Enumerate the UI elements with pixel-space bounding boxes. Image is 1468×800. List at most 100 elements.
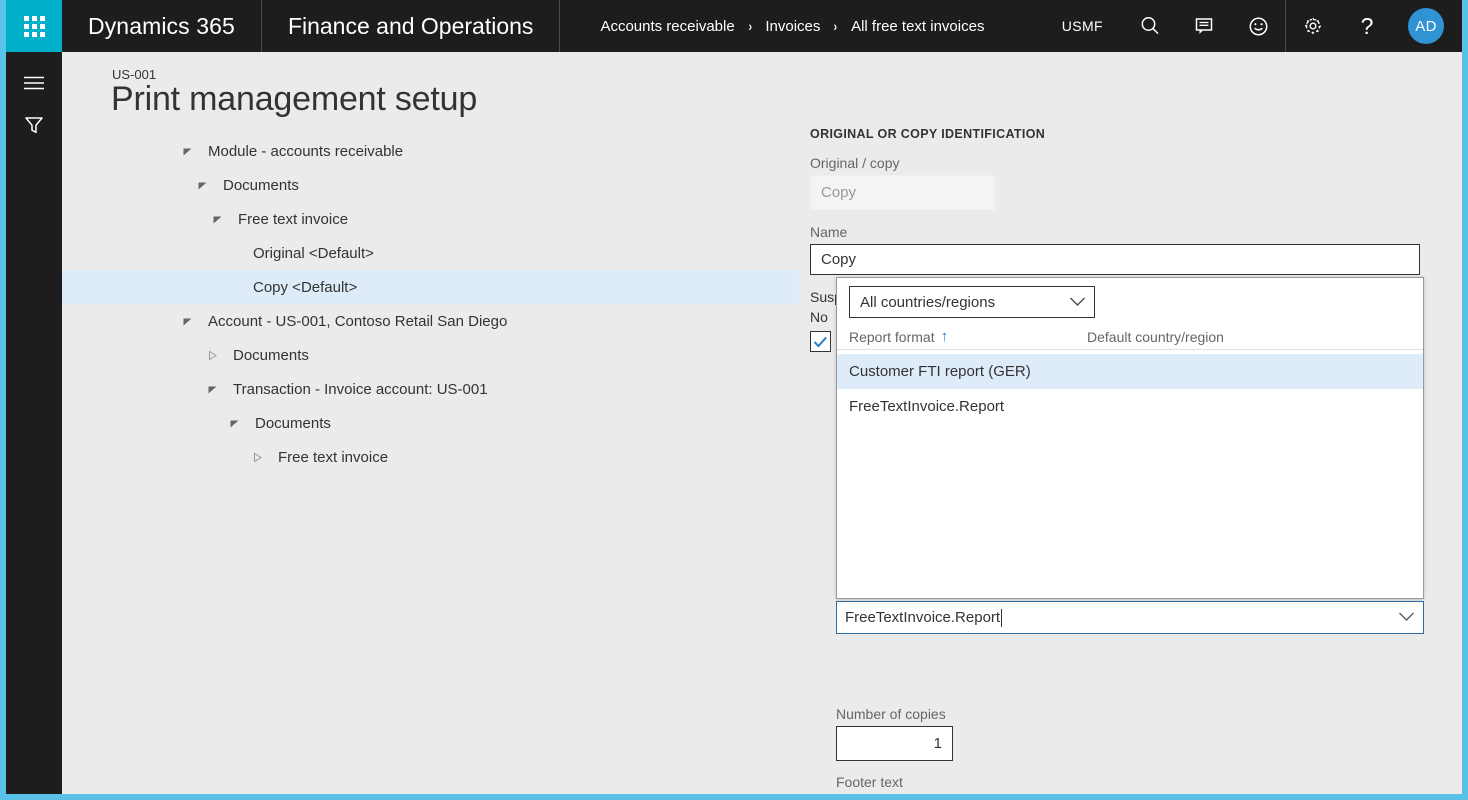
- tree-node-label: Documents: [223, 177, 299, 194]
- help-icon: ?: [1361, 15, 1374, 38]
- tree-node-documents-2[interactable]: Documents: [62, 338, 802, 372]
- column-header-default-country-region[interactable]: Default country/region: [1087, 329, 1224, 345]
- module-label: Finance and Operations: [288, 13, 534, 40]
- tree-node-label: Transaction - Invoice account: US-001: [233, 381, 488, 398]
- tree-node-documents-3[interactable]: Documents: [62, 406, 802, 440]
- app-window: Dynamics 365 Finance and Operations Acco…: [0, 0, 1468, 800]
- chevron-down-icon[interactable]: [1398, 609, 1415, 626]
- tree-node-free-text-invoice-1[interactable]: Free text invoice: [62, 202, 802, 236]
- search-button[interactable]: [1123, 0, 1177, 52]
- message-icon: [1193, 15, 1215, 37]
- expanded-triangle-icon[interactable]: [182, 146, 208, 157]
- avatar[interactable]: AD: [1408, 8, 1444, 44]
- suspend-checkbox[interactable]: [810, 331, 831, 352]
- tree-node-label: Documents: [255, 415, 331, 432]
- original-copy-value: Copy: [821, 184, 856, 201]
- number-of-copies-input[interactable]: 1: [836, 726, 953, 761]
- company-label: USMF: [1062, 18, 1103, 34]
- chevron-down-icon[interactable]: [1069, 294, 1086, 311]
- dropdown-option-label: Customer FTI report (GER): [849, 363, 1031, 380]
- navigation-pane-button[interactable]: [6, 62, 62, 104]
- footer-text-field: Footer text: [836, 774, 1456, 794]
- filter-icon: [23, 114, 45, 136]
- breadcrumb-item-all-free-text-invoices[interactable]: All free text invoices: [851, 18, 984, 35]
- original-copy-label: Original / copy: [810, 155, 1450, 171]
- footer-text-label: Footer text: [836, 774, 1456, 790]
- report-format-dropdown-panel: All countries/regions Report format ↑ De…: [836, 277, 1424, 599]
- gear-icon: [1302, 15, 1324, 37]
- company-selector[interactable]: USMF: [1054, 18, 1123, 34]
- left-rail: [6, 52, 62, 794]
- tree-node-documents-1[interactable]: Documents: [62, 168, 802, 202]
- lower-fields: Number of copies 1 Footer text: [836, 648, 1456, 794]
- tree-node-copy-default[interactable]: Copy <Default>: [62, 270, 799, 304]
- module-name-finance-and-operations[interactable]: Finance and Operations: [262, 0, 561, 52]
- feedback-button[interactable]: [1231, 0, 1285, 52]
- brand-label: Dynamics 365: [88, 13, 235, 40]
- number-of-copies-value: 1: [934, 735, 942, 752]
- expanded-triangle-icon[interactable]: [229, 418, 255, 429]
- filter-button[interactable]: [6, 104, 62, 146]
- chevron-right-icon: ›: [748, 18, 752, 34]
- name-label: Name: [810, 224, 1450, 240]
- page-title: Print management setup: [111, 80, 477, 119]
- report-format-input[interactable]: FreeTextInvoice.Report: [836, 601, 1424, 634]
- tree-node-account-us-001[interactable]: Account - US-001, Contoso Retail San Die…: [62, 304, 802, 338]
- tree-node-label: Free text invoice: [278, 449, 388, 466]
- checkmark-icon: [813, 336, 828, 348]
- number-of-copies-field: Number of copies 1: [836, 706, 1456, 761]
- name-field: Name Copy: [810, 224, 1450, 275]
- expanded-triangle-icon[interactable]: [197, 180, 223, 191]
- expanded-triangle-icon[interactable]: [207, 384, 233, 395]
- column-header-label: Report format: [849, 329, 935, 345]
- expanded-triangle-icon[interactable]: [182, 316, 208, 327]
- text-caret: [1001, 609, 1002, 627]
- dropdown-column-headers: Report format ↑ Default country/region: [837, 324, 1423, 350]
- expanded-triangle-icon[interactable]: [212, 214, 238, 225]
- help-button[interactable]: ?: [1340, 0, 1394, 52]
- breadcrumb-item-invoices[interactable]: Invoices: [765, 18, 820, 35]
- top-navigation-bar: Dynamics 365 Finance and Operations Acco…: [6, 0, 1462, 52]
- report-format-field: [836, 648, 1456, 700]
- smiley-icon: [1247, 15, 1270, 38]
- tree-node-label: Original <Default>: [253, 245, 374, 262]
- dropdown-option-customer-fti-report-ger[interactable]: Customer FTI report (GER): [837, 354, 1423, 389]
- search-icon: [1139, 15, 1161, 37]
- tree-node-label: Documents: [233, 347, 309, 364]
- hamburger-icon: [22, 75, 46, 91]
- tree-node-free-text-invoice-2[interactable]: Free text invoice: [62, 440, 802, 474]
- original-copy-field: Original / copy Copy: [810, 155, 1450, 210]
- report-format-value: FreeTextInvoice.Report: [845, 609, 1000, 626]
- collapsed-triangle-icon[interactable]: [207, 350, 233, 361]
- dropdown-option-label: FreeTextInvoice.Report: [849, 398, 1004, 415]
- breadcrumb-item-accounts-receivable[interactable]: Accounts receivable: [600, 18, 734, 35]
- avatar-initials: AD: [1415, 18, 1436, 35]
- dropdown-option-freetextinvoice-report[interactable]: FreeTextInvoice.Report: [837, 389, 1423, 424]
- tree-node-label: Free text invoice: [238, 211, 348, 228]
- sort-ascending-icon: ↑: [941, 328, 949, 345]
- app-launcher-button[interactable]: [6, 0, 62, 52]
- tree-node-label: Account - US-001, Contoso Retail San Die…: [208, 313, 507, 330]
- chevron-right-icon: ›: [834, 18, 838, 34]
- collapsed-triangle-icon[interactable]: [252, 452, 278, 463]
- waffle-grid-icon: [24, 16, 45, 37]
- tree-node-original-default[interactable]: Original <Default>: [62, 236, 802, 270]
- name-input[interactable]: Copy: [810, 244, 1420, 275]
- tree-node-module-accounts-receivable[interactable]: Module - accounts receivable: [62, 134, 802, 168]
- number-of-copies-label: Number of copies: [836, 706, 1456, 722]
- settings-button[interactable]: [1286, 0, 1340, 52]
- tree-node-label: Module - accounts receivable: [208, 143, 403, 160]
- country-region-filter-value: All countries/regions: [860, 294, 995, 311]
- print-management-tree: Module - accounts receivable Documents F…: [62, 134, 802, 474]
- tree-node-transaction-invoice-account[interactable]: Transaction - Invoice account: US-001: [62, 372, 802, 406]
- column-header-label: Default country/region: [1087, 329, 1224, 345]
- tree-node-label: Copy <Default>: [253, 279, 357, 296]
- messages-button[interactable]: [1177, 0, 1231, 52]
- country-region-filter-select[interactable]: All countries/regions: [849, 286, 1095, 318]
- top-bar-tools: USMF: [1054, 0, 1462, 52]
- column-header-report-format[interactable]: Report format ↑: [837, 328, 1087, 345]
- original-copy-input: Copy: [810, 175, 995, 210]
- breadcrumb: Accounts receivable › Invoices › All fre…: [560, 0, 1053, 52]
- section-title: ORIGINAL OR COPY IDENTIFICATION: [810, 127, 1450, 141]
- brand-dynamics-365[interactable]: Dynamics 365: [62, 0, 262, 52]
